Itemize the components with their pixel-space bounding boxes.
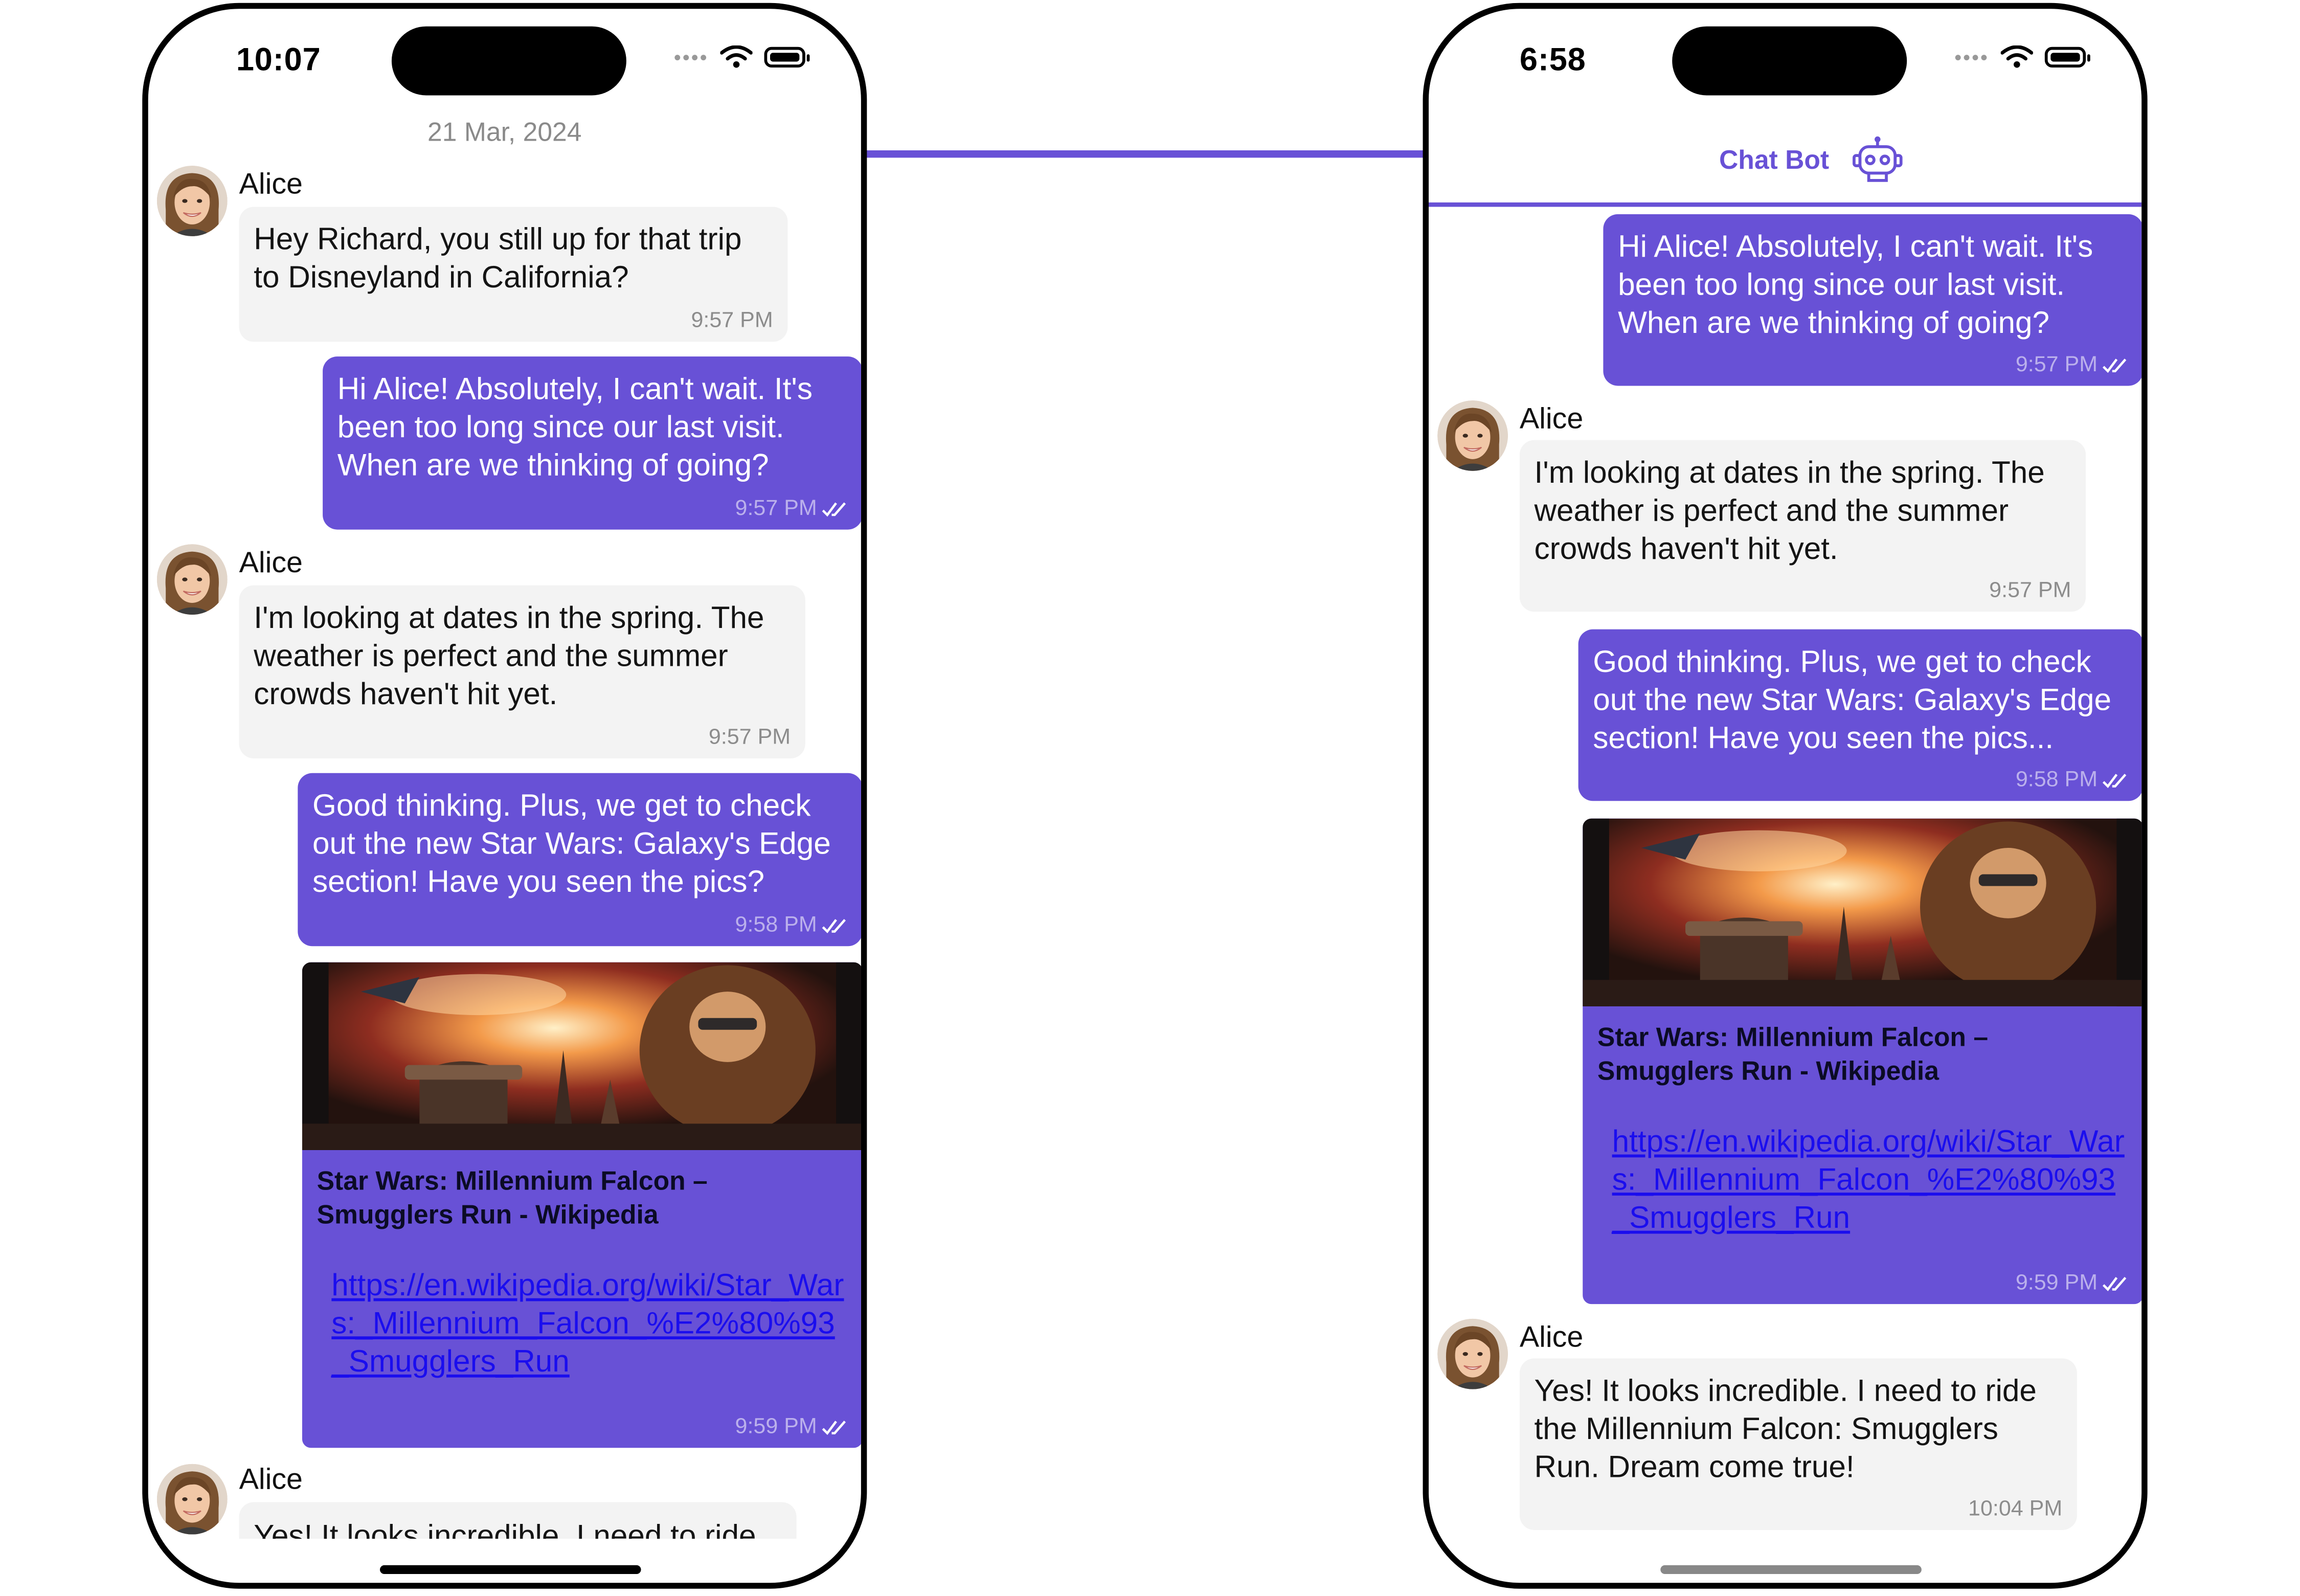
phone-screen-right: 6:58 •••• Chat Bot Hi Alice! Absolutely,… [1423,3,2148,1589]
sender-name: Alice [239,547,303,580]
message-clip: Yes! It looks incredible. I need to ride [148,1499,861,1539]
message-text: Good thinking. Plus, we get to check out… [1593,645,2112,756]
outgoing-message-bubble[interactable]: Good thinking. Plus, we get to check out… [298,773,861,947]
message-meta: 9:57 PM [2016,352,2129,377]
message-time: 9:59 PM [2015,1270,2098,1295]
message-time: 9:57 PM [2015,352,2098,377]
link-preview-card[interactable]: Star Wars: Millennium Falcon – Smugglers… [302,962,863,1448]
date-separator: 21 Mar, 2024 [427,117,582,147]
message-text: Good thinking. Plus, we get to check out… [312,789,831,900]
incoming-message-bubble[interactable]: I'm looking at dates in the spring. The … [1519,440,2086,612]
read-receipt-icon [821,1418,848,1435]
read-receipt-icon [821,500,848,517]
outgoing-message-bubble[interactable]: Hi Alice! Absolutely, I can't wait. It's… [1603,214,2142,386]
message-meta: 9:57 PM [691,308,773,333]
message-time: 9:57 PM [708,725,791,750]
message-meta: 9:58 PM [735,912,848,937]
link-preview-url[interactable]: https://en.wikipedia.org/wiki/Star_Wars:… [331,1267,845,1382]
message-time: 9:57 PM [1989,578,2071,603]
message-text: Yes! It looks incredible. I need to ride… [1534,1374,2037,1485]
home-indicator[interactable] [1660,1565,1922,1575]
message-time: 9:59 PM [735,1414,817,1440]
message-meta: 10:04 PM [1968,1496,2062,1521]
message-text: Hi Alice! Absolutely, I can't wait. It's… [1618,230,2093,341]
avatar[interactable] [1437,400,1508,471]
message-text: I'm looking at dates in the spring. The … [254,601,764,712]
signal-icon: •••• [673,45,709,69]
sender-name: Alice [239,1464,303,1496]
link-preview-title: Star Wars: Millennium Falcon – Smugglers… [317,1166,708,1229]
message-time: 9:58 PM [735,912,817,938]
status-time: 10:07 [236,41,321,78]
home-indicator[interactable] [379,1565,641,1575]
message-text: Hey Richard, you still up for that trip … [254,223,742,295]
status-icons: •••• [1954,45,2090,69]
outgoing-message-bubble[interactable]: Hi Alice! Absolutely, I can't wait. It's… [323,356,861,530]
incoming-message-bubble[interactable]: I'm looking at dates in the spring. The … [239,585,805,759]
phone-screen-left: 10:07 •••• 21 Mar, 2024 Alice Hey Richar… [142,3,867,1589]
link-preview-image[interactable] [302,962,863,1150]
status-icons: •••• [673,45,810,69]
link-preview-card[interactable]: Star Wars: Millennium Falcon – Smugglers… [1583,818,2143,1305]
link-preview-url[interactable]: https://en.wikipedia.org/wiki/Star_Wars:… [1612,1123,2126,1238]
message-meta: 9:57 PM [709,725,791,750]
message-time: 9:57 PM [691,308,773,333]
outgoing-message-bubble[interactable]: Good thinking. Plus, we get to check out… [1578,629,2142,801]
read-receipt-icon [2102,771,2129,788]
battery-icon [2044,47,2090,68]
read-receipt-icon [2102,356,2129,373]
battery-icon [764,47,810,68]
message-meta: 9:58 PM [2016,767,2129,792]
header-title[interactable]: Chat Bot [1719,145,1829,176]
incoming-message-bubble[interactable]: Yes! It looks incredible. I need to ride… [1519,1358,2077,1530]
read-receipt-icon [821,916,848,933]
sender-name: Alice [1519,1321,1584,1354]
wifi-icon [2001,46,2033,69]
message-meta: 9:59 PM [2016,1270,2129,1295]
message-meta: 9:57 PM [735,496,848,521]
avatar[interactable] [156,544,228,615]
message-time: 10:04 PM [1968,1496,2063,1521]
message-text: Yes! It looks incredible. I need to ride [254,1519,756,1539]
dynamic-island [391,26,626,96]
message-time: 9:58 PM [2015,767,2098,793]
message-text: Hi Alice! Absolutely, I can't wait. It's… [337,372,813,483]
robot-icon[interactable] [1851,135,1904,185]
message-meta: 9:57 PM [1989,578,2071,603]
read-receipt-icon [2102,1274,2129,1291]
message-text: I'm looking at dates in the spring. The … [1534,456,2045,567]
avatar[interactable] [1437,1318,1508,1389]
avatar[interactable] [156,166,228,236]
message-meta: 9:59 PM [735,1414,848,1439]
wifi-icon [720,46,752,69]
sender-name: Alice [239,168,303,201]
link-preview-image[interactable] [1583,819,2143,1006]
status-time: 6:58 [1519,41,1586,78]
sender-name: Alice [1519,403,1584,436]
message-time: 9:57 PM [735,496,817,521]
signal-icon: •••• [1954,45,1989,69]
incoming-message-bubble[interactable]: Yes! It looks incredible. I need to ride [239,1502,797,1539]
incoming-message-bubble[interactable]: Hey Richard, you still up for that trip … [239,207,788,342]
dynamic-island [1672,26,1907,96]
link-preview-title: Star Wars: Millennium Falcon – Smugglers… [1597,1022,1989,1086]
chat-header: Chat Bot [1429,126,2142,207]
